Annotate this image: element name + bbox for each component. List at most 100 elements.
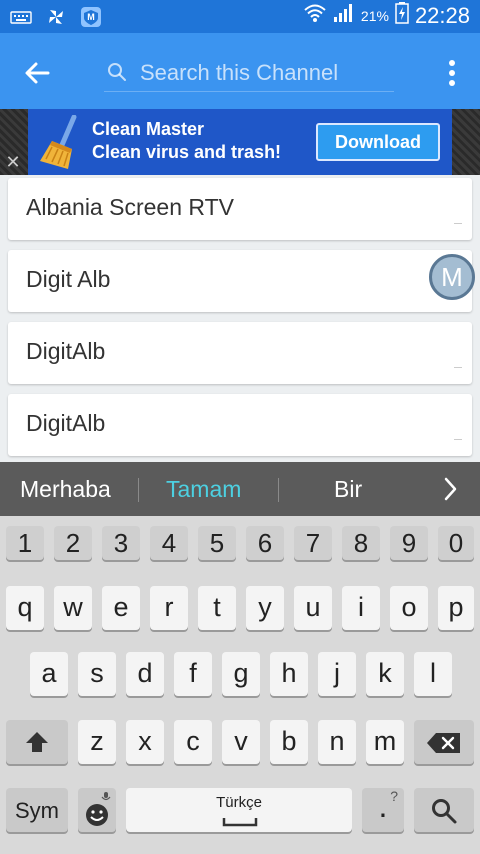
ad-subtitle: Clean virus and trash! — [92, 142, 282, 162]
key-b[interactable]: b — [270, 720, 308, 764]
key-label: c — [186, 726, 200, 756]
key-i[interactable]: i — [342, 586, 380, 630]
channel-list: Albania Screen RTV Digit Alb DigitAlb Di… — [8, 178, 472, 466]
key-label: d — [137, 658, 153, 688]
ad-banner[interactable]: Clean Master Clean virus and trash! Down… — [0, 109, 480, 175]
key-g[interactable]: g — [222, 652, 260, 696]
key-u[interactable]: u — [294, 586, 332, 630]
sym-key[interactable]: Sym — [6, 788, 68, 832]
search-icon — [106, 61, 128, 88]
key-9[interactable]: 9 — [390, 526, 428, 560]
key-label: 0 — [448, 528, 464, 558]
channel-label: Digit Alb — [26, 266, 111, 292]
key-k[interactable]: k — [366, 652, 404, 696]
key-label: 8 — [353, 528, 369, 558]
shift-key[interactable] — [6, 720, 68, 764]
key-7[interactable]: 7 — [294, 526, 332, 560]
battery-charging-icon — [395, 2, 409, 29]
key-label: 5 — [209, 528, 225, 558]
key-label: h — [281, 658, 297, 688]
key-y[interactable]: y — [246, 586, 284, 630]
key-label: n — [329, 726, 345, 756]
key-w[interactable]: w — [54, 586, 92, 630]
backspace-icon — [426, 732, 462, 759]
period-key[interactable]: ? . — [362, 788, 404, 832]
key-label: i — [358, 592, 364, 622]
floating-m-button[interactable]: M — [429, 254, 475, 300]
back-button[interactable] — [18, 53, 58, 93]
key-x[interactable]: x — [126, 720, 164, 764]
suggestion-item[interactable]: Bir — [334, 476, 362, 503]
key-p[interactable]: p — [438, 586, 474, 630]
channel-item[interactable]: Digit Alb — [8, 250, 472, 312]
key-0[interactable]: 0 — [438, 526, 474, 560]
battery-percent: 21% — [360, 7, 389, 24]
key-l[interactable]: l — [414, 652, 452, 696]
key-a[interactable]: a — [30, 652, 68, 696]
shift-icon — [24, 730, 50, 759]
key-label: 1 — [17, 528, 33, 558]
key-label: r — [164, 592, 174, 622]
key-label: u — [305, 592, 321, 622]
broom-icon — [38, 114, 86, 176]
ad-content[interactable]: Clean Master Clean virus and trash! Down… — [28, 109, 452, 175]
key-e[interactable]: e — [102, 586, 140, 630]
suggestion-item[interactable]: Merhaba — [20, 476, 111, 503]
key-q[interactable]: q — [6, 586, 44, 630]
key-label: Sym — [15, 798, 59, 823]
app-bar — [0, 33, 480, 109]
key-label: j — [334, 658, 340, 688]
ad-download-button[interactable]: Download — [316, 123, 440, 161]
key-z[interactable]: z — [78, 720, 116, 764]
key-label: 7 — [305, 528, 321, 558]
key-3[interactable]: 3 — [102, 526, 140, 560]
channel-item[interactable]: DigitAlb — [8, 394, 472, 456]
backspace-key[interactable] — [414, 720, 474, 764]
key-label: o — [401, 592, 417, 622]
key-j[interactable]: j — [318, 652, 356, 696]
ad-close-button[interactable]: ✕ — [2, 151, 24, 173]
key-4[interactable]: 4 — [150, 526, 188, 560]
divider — [278, 478, 279, 502]
search-input[interactable] — [138, 55, 392, 91]
emoji-icon — [84, 802, 110, 833]
key-r[interactable]: r — [150, 586, 188, 630]
key-label: e — [113, 592, 129, 622]
key-c[interactable]: c — [174, 720, 212, 764]
signal-icon — [333, 3, 355, 28]
key-m[interactable]: m — [366, 720, 404, 764]
clock: 22:28 — [414, 2, 470, 28]
search-box[interactable] — [104, 55, 394, 92]
space-key[interactable]: Türkçe — [126, 788, 352, 832]
key-h[interactable]: h — [270, 652, 308, 696]
key-f[interactable]: f — [174, 652, 212, 696]
key-label: a — [41, 658, 57, 688]
emoji-key[interactable] — [78, 788, 116, 832]
key-label: v — [234, 726, 248, 756]
key-o[interactable]: o — [390, 586, 428, 630]
key-label: w — [63, 592, 83, 622]
key-8[interactable]: 8 — [342, 526, 380, 560]
key-label: y — [258, 592, 272, 622]
suggestion-item-highlighted[interactable]: Tamam — [166, 476, 241, 503]
channel-label: DigitAlb — [26, 338, 106, 364]
key-t[interactable]: t — [198, 586, 236, 630]
key-v[interactable]: v — [222, 720, 260, 764]
channel-item[interactable]: DigitAlb — [8, 322, 472, 384]
key-5[interactable]: 5 — [198, 526, 236, 560]
overflow-menu-icon — [444, 60, 460, 95]
key-label: g — [233, 658, 249, 688]
channel-item[interactable]: Albania Screen RTV — [8, 178, 472, 240]
chevron-right-icon[interactable] — [440, 476, 460, 508]
overflow-menu-button[interactable] — [444, 55, 460, 91]
search-key[interactable] — [414, 788, 474, 832]
key-2[interactable]: 2 — [54, 526, 92, 560]
key-d[interactable]: d — [126, 652, 164, 696]
key-s[interactable]: s — [78, 652, 116, 696]
key-1[interactable]: 1 — [6, 526, 44, 560]
keyboard: 1 2 3 4 5 6 7 8 9 0 q w e r t y u i o p … — [0, 516, 480, 854]
key-6[interactable]: 6 — [246, 526, 284, 560]
key-label: Türkçe — [216, 794, 262, 811]
key-n[interactable]: n — [318, 720, 356, 764]
key-label: 6 — [257, 528, 273, 558]
